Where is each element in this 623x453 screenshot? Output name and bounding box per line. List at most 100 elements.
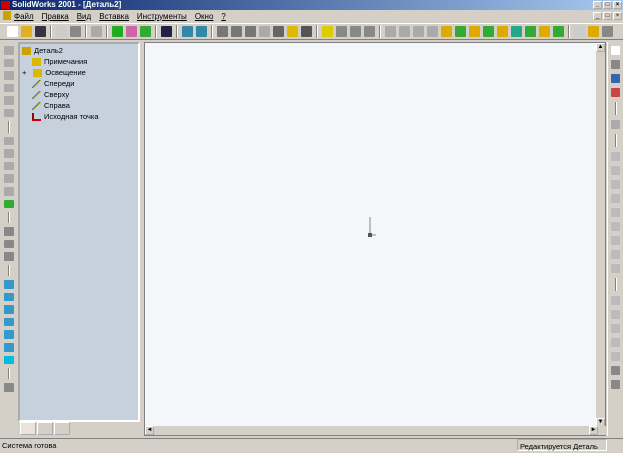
rotate-icon[interactable]	[273, 26, 284, 37]
tree-item-right-plane[interactable]: Справа	[32, 101, 70, 110]
eraser-icon[interactable]	[611, 88, 620, 97]
tree-item-lighting[interactable]: + Освещение	[22, 68, 86, 77]
window-new-icon[interactable]	[602, 26, 613, 37]
window-cascade-icon[interactable]	[588, 26, 599, 37]
rib-icon[interactable]	[483, 26, 494, 37]
cut-icon[interactable]	[3, 71, 14, 80]
shell-icon[interactable]	[469, 26, 480, 37]
menu-tools[interactable]: Инструменты	[137, 12, 187, 21]
fillet-icon[interactable]	[441, 26, 452, 37]
horizontal-scrollbar[interactable]: ◄ ►	[145, 426, 607, 435]
mirror-icon[interactable]	[3, 199, 14, 209]
sweep-icon[interactable]	[413, 26, 424, 37]
pan-lock-icon[interactable]	[287, 26, 298, 37]
offset-icon[interactable]	[611, 296, 620, 305]
extend-icon[interactable]	[611, 338, 620, 347]
tree-root[interactable]: Деталь2	[22, 46, 63, 55]
rebuild-icon[interactable]	[112, 26, 123, 37]
chamfer-icon[interactable]	[3, 149, 14, 158]
minimize-button[interactable]: _	[593, 1, 602, 9]
loft-icon[interactable]	[427, 26, 438, 37]
graphics-area[interactable]: ▲ ▼ ◄ ►	[144, 42, 607, 436]
save-icon[interactable]	[35, 26, 46, 37]
tab-property-manager[interactable]	[37, 422, 53, 435]
revolve-icon[interactable]	[399, 26, 410, 37]
wireframe-icon[interactable]	[350, 26, 361, 37]
open-icon[interactable]	[21, 26, 32, 37]
pan-icon[interactable]	[301, 26, 312, 37]
circular-step-icon[interactable]	[611, 380, 620, 389]
window-tile-icon[interactable]	[574, 26, 585, 37]
zoom-in-out-icon[interactable]	[245, 26, 256, 37]
menu-file[interactable]: Файл	[14, 12, 34, 21]
view-left-icon[interactable]	[3, 305, 14, 314]
draft-icon[interactable]	[497, 26, 508, 37]
tangent-arc-icon[interactable]	[611, 194, 620, 203]
tree-item-front-plane[interactable]: Спереди	[32, 79, 74, 88]
tab-configuration-manager[interactable]	[54, 422, 70, 435]
linear-step-icon[interactable]	[611, 366, 620, 375]
fillet-icon[interactable]	[3, 136, 14, 146]
scroll-left-button[interactable]: ◄	[145, 426, 154, 435]
document-icon[interactable]	[3, 11, 11, 20]
trim-icon[interactable]	[611, 324, 620, 333]
zoom-area-icon[interactable]	[231, 26, 242, 37]
scroll-up-button[interactable]: ▲	[596, 43, 605, 52]
view-back-icon[interactable]	[3, 292, 14, 302]
scroll-right-button[interactable]: ►	[589, 426, 598, 435]
view-top-icon[interactable]	[3, 330, 14, 340]
menu-insert[interactable]: Вставка	[99, 12, 129, 21]
maximize-button[interactable]: □	[603, 1, 612, 9]
scale-icon[interactable]	[3, 174, 14, 183]
print-preview-icon[interactable]	[56, 26, 67, 37]
dome-icon[interactable]	[3, 186, 14, 196]
select-icon[interactable]	[611, 46, 620, 55]
dome-icon[interactable]	[553, 26, 564, 37]
menu-edit[interactable]: Правка	[42, 12, 69, 21]
sketch-icon[interactable]	[182, 26, 193, 37]
doc-restore-button[interactable]: □	[603, 12, 612, 20]
view-front-icon[interactable]	[3, 280, 14, 289]
normal-to-icon[interactable]	[3, 383, 14, 392]
undo-icon[interactable]	[91, 26, 102, 37]
vertical-scrollbar[interactable]: ▲ ▼	[596, 43, 605, 427]
convert-icon[interactable]	[611, 310, 620, 319]
rib-icon[interactable]	[3, 108, 14, 118]
tree-item-origin[interactable]: Исходная точка	[32, 112, 99, 121]
check-icon[interactable]	[140, 26, 151, 37]
revolve-icon[interactable]	[3, 58, 14, 68]
hole-icon[interactable]	[539, 26, 550, 37]
menu-help[interactable]: ?	[221, 12, 225, 21]
grid-icon[interactable]	[611, 60, 620, 69]
tree-item-top-plane[interactable]: Сверху	[32, 90, 69, 99]
draft-icon[interactable]	[3, 161, 14, 171]
base-extrude-icon[interactable]	[3, 46, 14, 55]
fillet-sketch-icon[interactable]	[611, 264, 620, 273]
help-icon[interactable]	[161, 26, 172, 37]
hole-icon[interactable]	[3, 83, 14, 93]
view-iso-icon[interactable]	[3, 355, 14, 365]
centerline-icon[interactable]	[611, 250, 620, 259]
arc-icon[interactable]	[611, 180, 620, 189]
tab-feature-manager[interactable]	[20, 422, 36, 435]
close-button[interactable]: ×	[613, 1, 622, 9]
doc-minimize-button[interactable]: _	[593, 12, 602, 20]
view-bottom-icon[interactable]	[3, 343, 14, 352]
point-icon[interactable]	[611, 236, 620, 245]
doc-close-button[interactable]: ×	[613, 12, 622, 20]
shell-icon[interactable]	[3, 96, 14, 105]
new-icon[interactable]	[7, 26, 18, 37]
curve-pattern-icon[interactable]	[3, 252, 14, 261]
linear-pattern-icon[interactable]	[3, 227, 14, 236]
zoom-fit-icon[interactable]	[217, 26, 228, 37]
mirror-icon[interactable]	[511, 26, 522, 37]
rectangle-icon[interactable]	[611, 166, 620, 175]
pattern-icon[interactable]	[525, 26, 536, 37]
menu-view[interactable]: Вид	[77, 12, 91, 21]
menu-window[interactable]: Окно	[195, 12, 214, 21]
circular-pattern-icon[interactable]	[3, 239, 14, 249]
smart-dimension-icon[interactable]	[196, 26, 207, 37]
zoom-selection-icon[interactable]	[259, 26, 270, 37]
dimension-icon[interactable]	[611, 120, 620, 129]
view-right-icon[interactable]	[3, 317, 14, 327]
